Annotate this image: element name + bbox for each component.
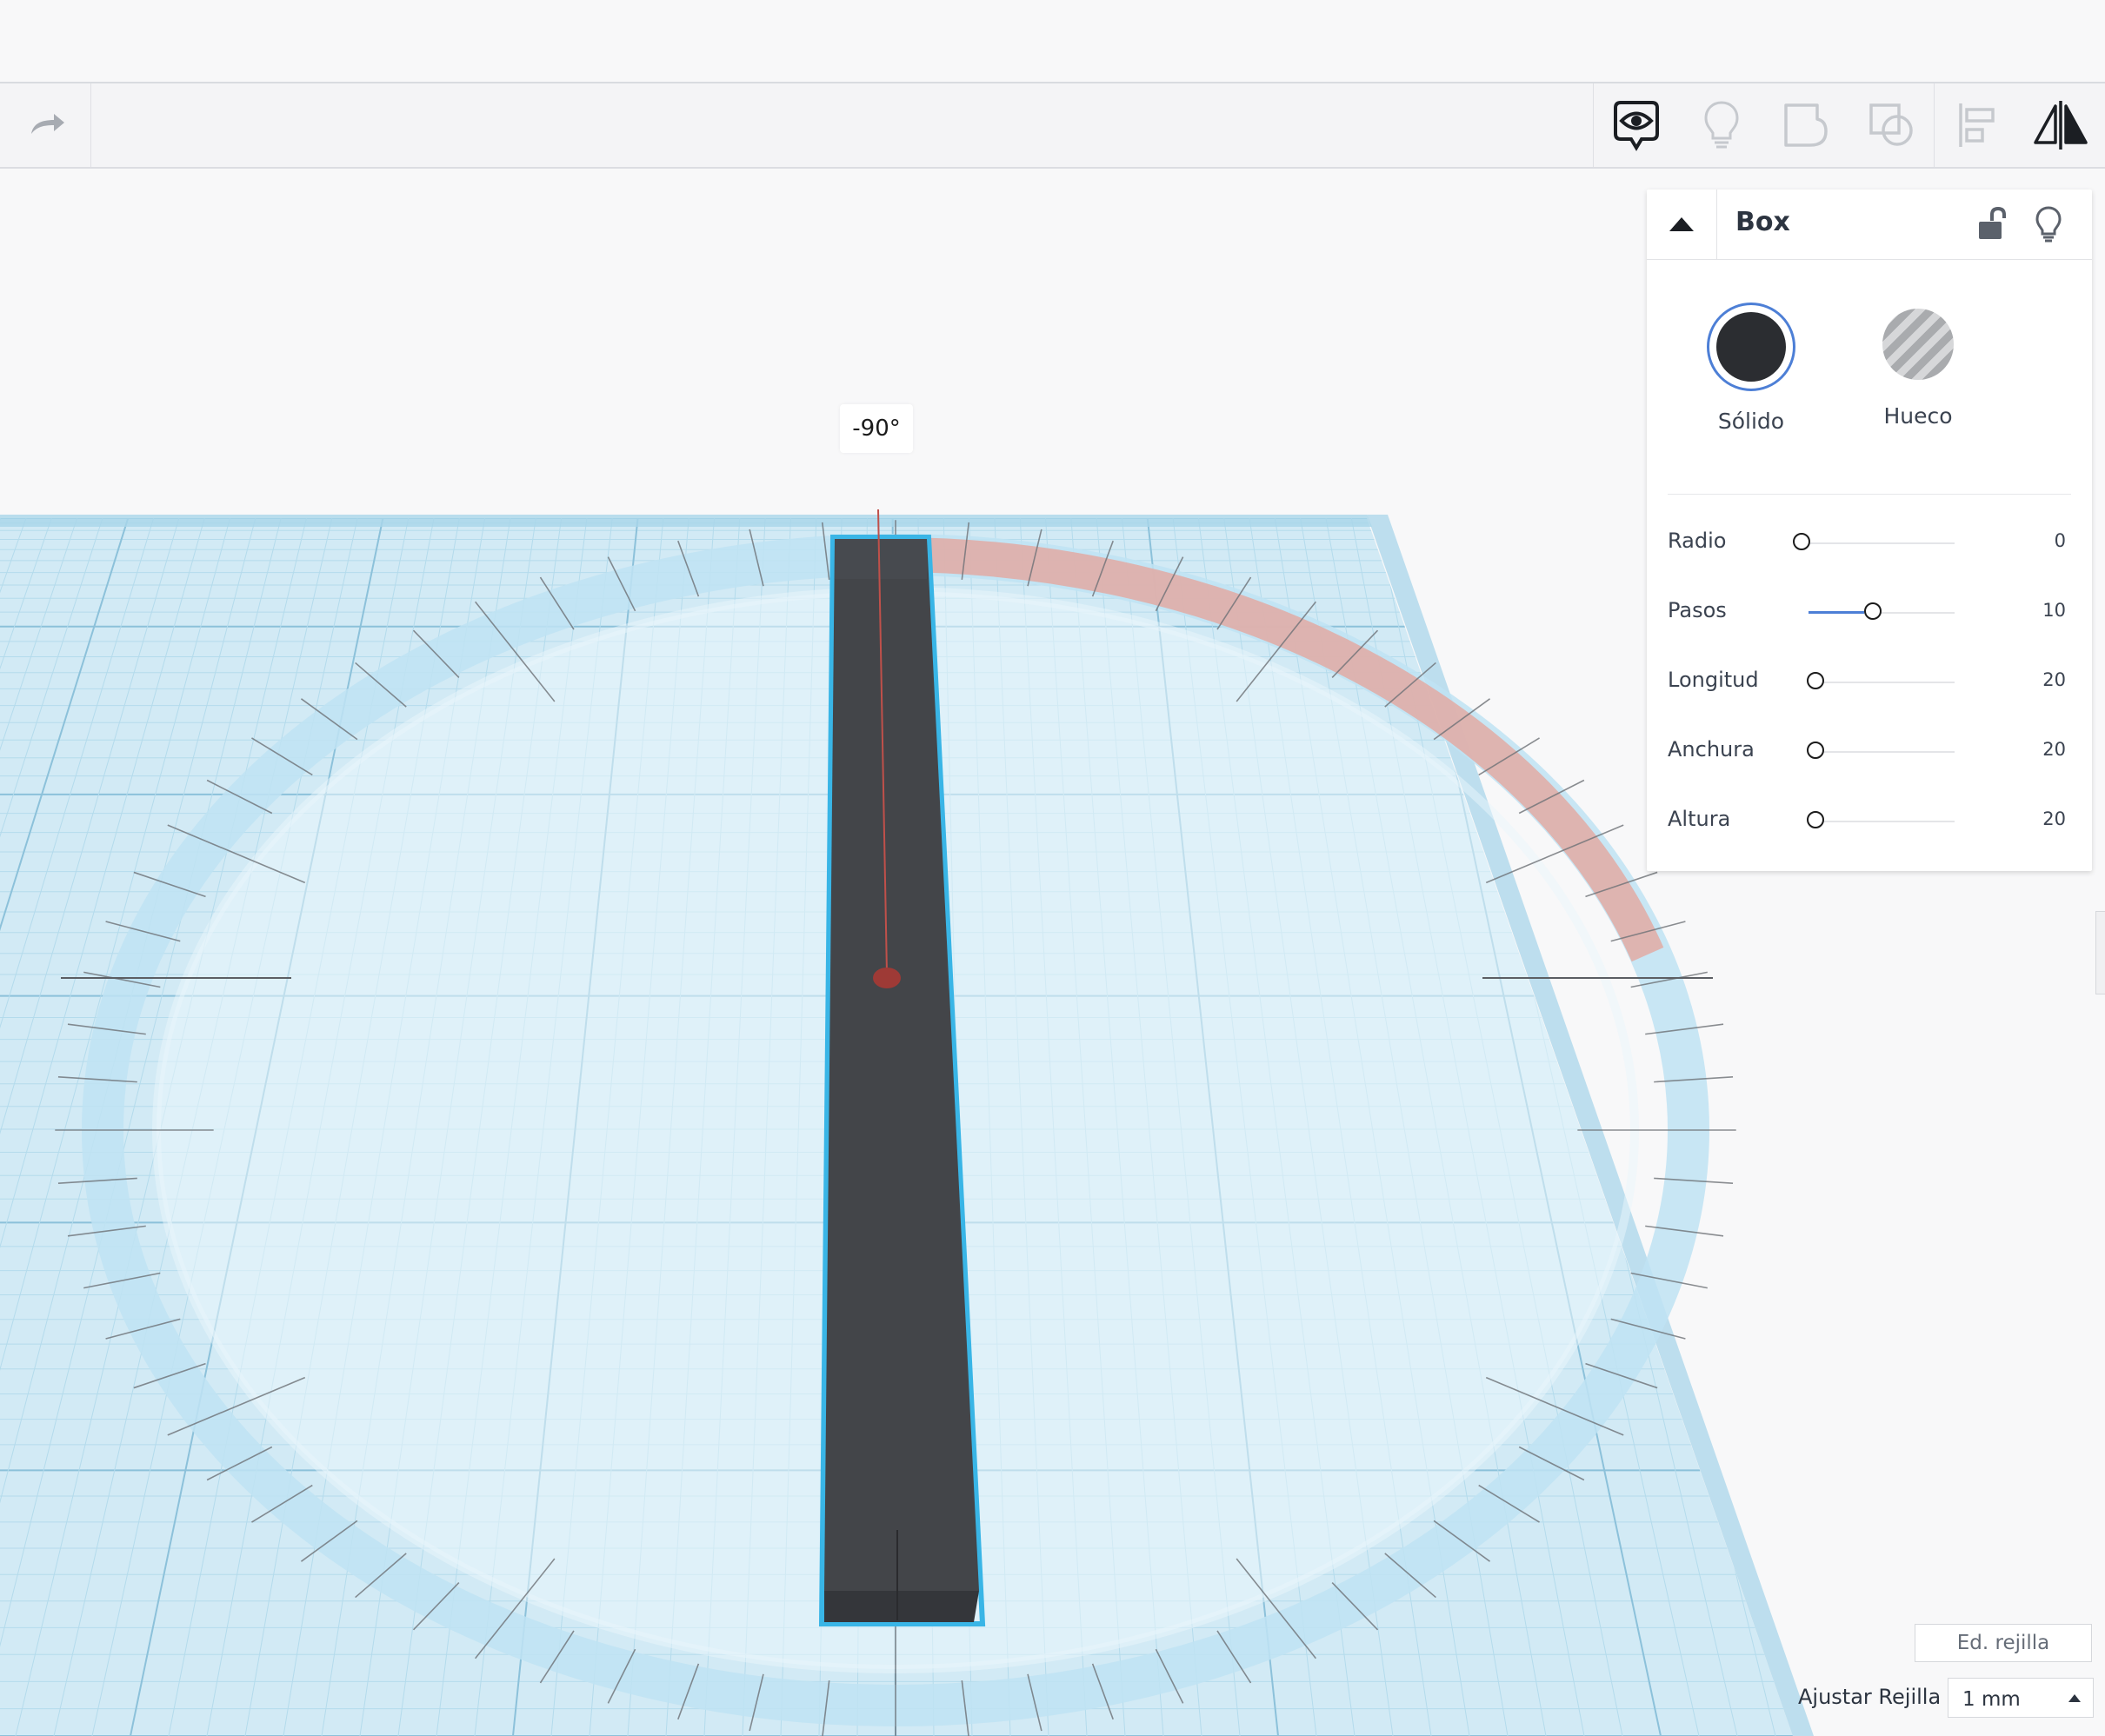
ungroup-button[interactable] [1850, 83, 1934, 167]
slider-track[interactable] [1809, 542, 1955, 544]
redo-icon [31, 114, 64, 134]
redo-button[interactable] [5, 83, 89, 167]
visibility-button[interactable] [2026, 202, 2071, 247]
toolbar-separator [1593, 83, 1594, 167]
slider-handle[interactable] [1807, 742, 1824, 759]
caret-up-icon [2068, 1694, 2081, 1702]
eye-bubble-icon [1614, 101, 1659, 151]
align-icon [1959, 103, 1995, 147]
toolbar-separator [1934, 83, 1935, 167]
rotation-angle-label: -90° [840, 404, 913, 453]
property-value[interactable]: 20 [2042, 739, 2066, 760]
solid-mode-button[interactable]: Sólido [1690, 303, 1812, 434]
mirror-button[interactable] [2019, 83, 2102, 167]
lock-button[interactable] [1968, 202, 2014, 247]
align-button[interactable] [1935, 83, 2019, 167]
notes-view-button[interactable] [1595, 83, 1678, 167]
property-label: Pasos [1668, 598, 1727, 622]
solid-label: Sólido [1717, 409, 1785, 434]
slider-handle[interactable] [1807, 811, 1824, 828]
toolbar [0, 83, 2105, 169]
property-longitud: Longitud 20 [1647, 655, 2092, 708]
inspector-title: Box [1735, 207, 1790, 237]
hole-label: Hueco [1883, 403, 1953, 429]
toggle-visibility-button[interactable] [1680, 83, 1763, 167]
inspector-header: Box [1647, 190, 2092, 260]
chevron-up-icon [1669, 217, 1694, 231]
slider-handle[interactable] [1864, 602, 1882, 620]
property-value[interactable]: 0 [2055, 530, 2066, 551]
solid-swatch [1707, 303, 1795, 391]
lightbulb-icon [1704, 101, 1739, 149]
edit-grid-button[interactable]: Ed. rejilla [1915, 1624, 2092, 1662]
hole-mode-button[interactable]: Hueco [1857, 303, 1979, 429]
group-icon [1784, 103, 1828, 147]
grid-line [2090, 518, 2105, 1736]
property-label: Anchura [1668, 737, 1755, 762]
property-altura: Altura 20 [1647, 795, 2092, 847]
property-label: Radio [1668, 529, 1727, 553]
snap-grid-label: Ajustar Rejilla [1798, 1685, 1942, 1709]
slider-handle[interactable] [1807, 672, 1824, 689]
hole-swatch [1876, 303, 1960, 386]
slider-track[interactable] [1809, 821, 1955, 822]
group-button[interactable] [1765, 83, 1849, 167]
ungroup-icon [1869, 103, 1913, 146]
slider-track[interactable] [1809, 682, 1955, 683]
property-radio: Radio 0 [1647, 516, 2092, 569]
inspector-divider [1668, 494, 2071, 495]
property-label: Altura [1668, 807, 1731, 831]
top-bar [0, 0, 2105, 83]
toolbar-separator [90, 83, 91, 167]
lightbulb-icon [2035, 206, 2062, 243]
property-label: Longitud [1668, 668, 1759, 692]
mirror-icon [2034, 101, 2088, 150]
slider-handle[interactable] [1793, 533, 1810, 550]
shape-inspector: Box Sólido Hueco Radio 0 Pasos 10 Longit… [1647, 190, 2092, 871]
collapse-inspector-button[interactable] [1647, 190, 1717, 259]
side-panel-tab[interactable] [2095, 911, 2105, 994]
property-pasos: Pasos 10 [1647, 586, 2092, 638]
property-value[interactable]: 20 [2042, 669, 2066, 690]
slider-track[interactable] [1809, 751, 1955, 753]
property-value[interactable]: 20 [2042, 808, 2066, 829]
slider-fill [1809, 611, 1864, 614]
snap-grid-value: 1 mm [1962, 1688, 2021, 1711]
snap-grid-select[interactable]: 1 mm [1948, 1678, 2094, 1718]
property-anchura: Anchura 20 [1647, 725, 2092, 777]
unlock-icon [1979, 206, 2006, 239]
property-value[interactable]: 10 [2042, 600, 2066, 621]
